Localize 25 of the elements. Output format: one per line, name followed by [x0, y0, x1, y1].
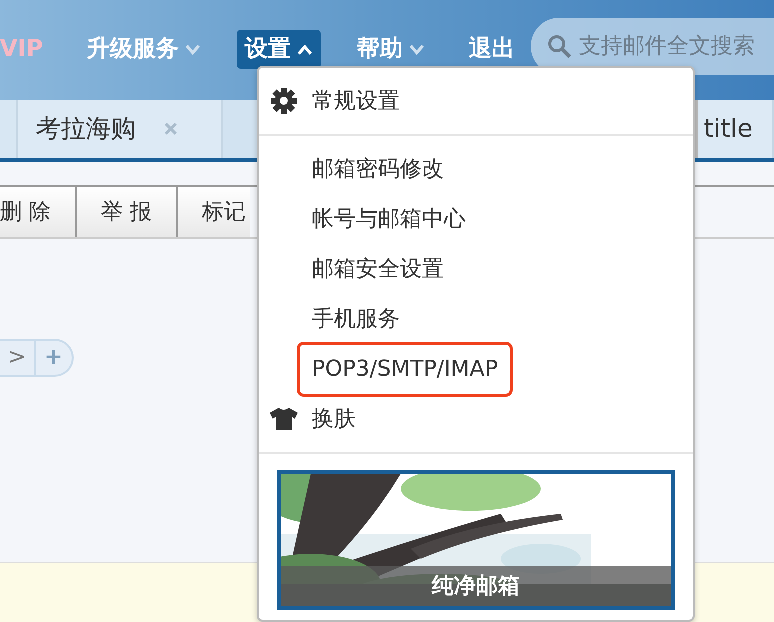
menu-item[interactable]: 换肤	[299, 396, 369, 442]
tab[interactable]: title	[695, 100, 774, 158]
shirt-icon	[269, 407, 299, 431]
search-field[interactable]: 支持邮件全文搜索	[577, 29, 774, 64]
picture-caption: 纯净邮箱	[432, 572, 520, 600]
close-icon[interactable]	[164, 122, 178, 136]
menu-item[interactable]: POP3/SMTP/IMAP	[297, 342, 514, 396]
menu-button[interactable]: 设置	[237, 30, 322, 69]
menu-item[interactable]: 帐号与邮箱中心	[299, 196, 479, 242]
gear-icon	[270, 87, 298, 115]
menu-item[interactable]: 常规设置	[299, 78, 413, 124]
menu-item[interactable]: 邮箱密码修改	[299, 146, 457, 192]
toolbar-button[interactable]: 标记	[178, 187, 250, 237]
chevron-icon	[185, 44, 202, 54]
tab[interactable]	[0, 100, 18, 158]
chevron-icon	[297, 44, 314, 54]
chevron-icon	[409, 44, 426, 54]
search-icon	[547, 34, 574, 60]
tab[interactable]: 考拉海购	[18, 100, 223, 158]
menu-item[interactable]: 邮箱安全设置	[299, 246, 457, 292]
toolbar-button[interactable]: 删 除	[0, 187, 77, 237]
menu-item[interactable]: 手机服务	[299, 296, 413, 342]
toolbar-button[interactable]: 举 报	[77, 187, 178, 237]
skin-preview[interactable]: 纯净邮箱	[277, 470, 675, 610]
next-button[interactable]: >	[0, 341, 34, 375]
